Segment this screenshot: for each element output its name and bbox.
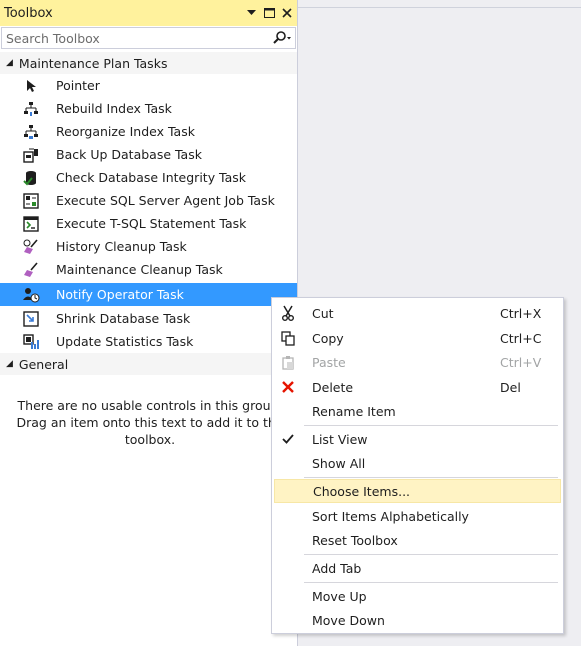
menu-item-move-up[interactable]: Move Up <box>274 584 561 608</box>
menu-item-sort-alphabetically[interactable]: Sort Items Alphabetically <box>274 504 561 528</box>
notify-operator-icon <box>22 286 40 304</box>
history-cleanup-icon <box>22 238 40 256</box>
agent-job-icon <box>22 192 40 210</box>
pointer-icon <box>22 77 40 95</box>
rebuild-index-icon <box>22 100 40 118</box>
menu-item-rename[interactable]: Rename Item <box>274 399 561 423</box>
search-icon[interactable] <box>269 31 295 45</box>
check-integrity-icon <box>22 169 40 187</box>
tsql-statement-icon <box>22 215 40 233</box>
search-input[interactable] <box>2 29 269 47</box>
toolbox-item-history-cleanup[interactable]: History Cleanup Task <box>0 235 297 258</box>
delete-x-icon <box>274 375 302 399</box>
menu-separator <box>304 554 558 555</box>
group-label: Maintenance Plan Tasks <box>18 55 168 71</box>
toolbox-panel: Toolbox ◢ Maintenance Plan Tasks Pointer <box>0 0 298 646</box>
menu-item-move-down[interactable]: Move Down <box>274 608 561 632</box>
toolbox-item-shrink-database[interactable]: Shrink Database Task <box>0 307 297 330</box>
backup-database-icon <box>22 146 40 164</box>
toolbox-item-check-integrity[interactable]: Check Database Integrity Task <box>0 166 297 189</box>
context-menu: Cut Ctrl+X Copy Ctrl+C Paste Ctrl+V Dele… <box>271 297 564 634</box>
close-icon[interactable] <box>279 5 295 21</box>
group-label: General <box>18 356 69 372</box>
checkmark-icon <box>274 427 302 451</box>
menu-separator <box>304 582 558 583</box>
divider <box>298 7 581 8</box>
toolbox-item-agent-job[interactable]: Execute SQL Server Agent Job Task <box>0 189 297 212</box>
window-position-dropdown-icon[interactable] <box>243 5 259 21</box>
scissors-icon <box>274 301 302 325</box>
toolbox-item-maintenance-cleanup[interactable]: Maintenance Cleanup Task <box>0 258 297 281</box>
menu-item-list-view[interactable]: List View <box>274 427 561 451</box>
copy-icon <box>274 326 302 350</box>
menu-item-cut[interactable]: Cut Ctrl+X <box>274 301 561 325</box>
expanded-triangle-icon: ◢ <box>6 58 13 68</box>
toolbox-item-pointer[interactable]: Pointer <box>0 74 297 97</box>
group-header-maintenance-plan-tasks[interactable]: ◢ Maintenance Plan Tasks <box>0 52 297 74</box>
toolbox-item-reorganize-index[interactable]: Reorganize Index Task <box>0 120 297 143</box>
toolbox-item-tsql-statement[interactable]: Execute T-SQL Statement Task <box>0 212 297 235</box>
shrink-database-icon <box>22 310 40 328</box>
search-box <box>1 27 296 49</box>
reorganize-index-icon <box>22 123 40 141</box>
menu-item-paste[interactable]: Paste Ctrl+V <box>274 350 561 374</box>
maximize-icon[interactable] <box>261 5 277 21</box>
empty-group-message[interactable]: There are no usable controls in this gro… <box>10 397 290 448</box>
menu-separator <box>304 477 558 478</box>
menu-item-show-all[interactable]: Show All <box>274 451 561 475</box>
menu-item-add-tab[interactable]: Add Tab <box>274 556 561 580</box>
menu-item-reset-toolbox[interactable]: Reset Toolbox <box>274 528 561 552</box>
update-statistics-icon <box>22 333 40 351</box>
menu-item-choose-items[interactable]: Choose Items... <box>274 479 561 503</box>
toolbox-title: Toolbox <box>4 5 53 21</box>
expanded-triangle-icon: ◢ <box>6 359 13 369</box>
menu-item-delete[interactable]: Delete Del <box>274 375 561 399</box>
toolbox-item-notify-operator[interactable]: Notify Operator Task <box>0 283 297 306</box>
toolbox-item-rebuild-index[interactable]: Rebuild Index Task <box>0 97 297 120</box>
menu-separator <box>304 425 558 426</box>
group-header-general[interactable]: ◢ General <box>0 353 297 375</box>
toolbox-item-backup-database[interactable]: Back Up Database Task <box>0 143 297 166</box>
maintenance-cleanup-icon <box>22 261 40 279</box>
menu-item-copy[interactable]: Copy Ctrl+C <box>274 326 561 350</box>
paste-icon <box>274 350 302 374</box>
toolbox-item-update-statistics[interactable]: Update Statistics Task <box>0 330 297 353</box>
toolbox-title-bar[interactable]: Toolbox <box>0 0 297 26</box>
